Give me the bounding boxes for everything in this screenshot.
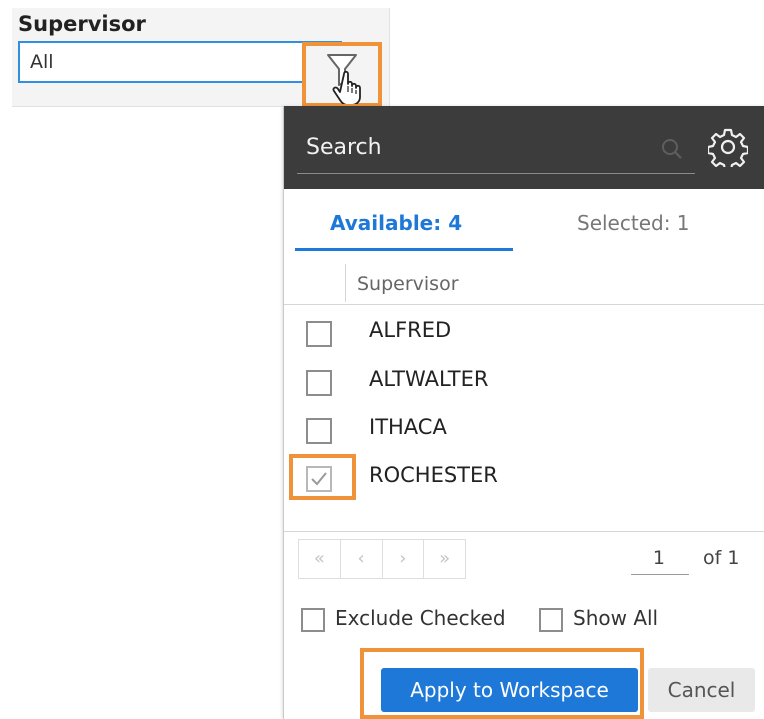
active-tab-indicator [295, 248, 513, 251]
last-page-button[interactable]: » [424, 540, 465, 578]
filter-dropdown: Search Available: 4 Selected: 1 Supervis… [283, 106, 764, 719]
show-all-label: Show All [573, 606, 659, 630]
gear-icon[interactable] [708, 127, 748, 167]
tab-selected[interactable]: Selected: 1 [577, 211, 690, 235]
search-input[interactable]: Search [297, 128, 695, 174]
grid-header: Supervisor [284, 261, 764, 305]
supervisor-filter: Supervisor All [12, 8, 390, 107]
filter-button[interactable] [302, 42, 382, 107]
next-page-button[interactable]: › [383, 540, 425, 578]
tab-available[interactable]: Available: 4 [330, 211, 462, 235]
item-label: ALFRED [369, 318, 452, 342]
filter-icon [327, 54, 361, 104]
cancel-button[interactable]: Cancel [648, 668, 755, 712]
item-checkbox[interactable] [306, 370, 332, 396]
hand-cursor-icon [332, 70, 361, 104]
list-item[interactable]: ALFRED [284, 317, 764, 365]
item-label: ROCHESTER [369, 463, 498, 487]
page-number-input[interactable]: 1 [631, 547, 689, 575]
filter-value-field[interactable]: All [18, 41, 342, 83]
column-header-supervisor[interactable]: Supervisor [357, 273, 459, 295]
item-checkbox[interactable] [306, 321, 332, 347]
list-item[interactable]: ITHACA [284, 414, 764, 462]
exclude-checked-label: Exclude Checked [335, 606, 506, 630]
column-divider [345, 264, 346, 302]
show-all-checkbox[interactable] [539, 608, 563, 632]
list-item[interactable]: ROCHESTER [284, 462, 764, 510]
checkbox-highlight [289, 454, 356, 500]
divider [284, 531, 764, 532]
list-item[interactable]: ALTWALTER [284, 366, 764, 414]
first-page-button[interactable]: « [299, 540, 341, 578]
prev-page-button[interactable]: ‹ [341, 540, 383, 578]
filter-title: Supervisor [18, 12, 146, 36]
item-label: ITHACA [369, 415, 447, 439]
search-icon [662, 139, 682, 159]
apply-to-workspace-button[interactable]: Apply to Workspace [381, 668, 638, 712]
selection-tabs: Available: 4 Selected: 1 [284, 189, 764, 259]
popup-header: Search [284, 106, 764, 189]
item-checkbox[interactable] [306, 418, 332, 444]
item-label: ALTWALTER [369, 367, 489, 391]
pager: « ‹ › » [298, 539, 466, 579]
exclude-checked-checkbox[interactable] [301, 608, 325, 632]
page-count: of 1 [703, 547, 740, 569]
